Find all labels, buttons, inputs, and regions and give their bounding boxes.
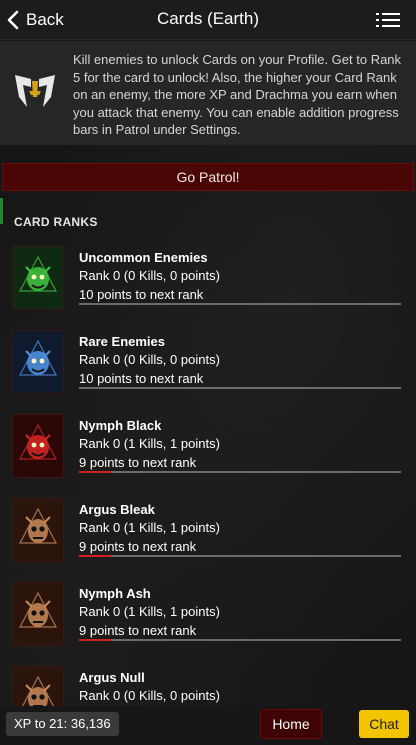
card-next-rank: 10 points to next rank [79, 371, 204, 386]
info-panel: Kill enemies to unlock Cards on your Pro… [0, 41, 416, 145]
card-row[interactable]: Rare Enemies Rank 0 (0 Kills, 0 points) 10… [0, 324, 416, 408]
card-list[interactable]: Uncommon Enemies Rank 0 (0 Kills, 0 point… [0, 240, 416, 706]
red-demon-icon [19, 423, 57, 460]
info-text: Kill enemies to unlock Cards on your Pro… [73, 52, 402, 137]
copper-skull-icon [21, 675, 55, 706]
card-row[interactable]: Nymph Ash Rank 0 (1 Kills, 1 points) 9 poi… [0, 576, 416, 660]
rank-progress-fill [79, 471, 111, 473]
card-rank: Rank 0 (1 Kills, 1 points) [79, 604, 220, 619]
card-name: Nymph Ash [79, 586, 151, 601]
rank-progress-bar [79, 387, 401, 389]
home-button[interactable]: Home [260, 709, 322, 739]
card-thumbnail [12, 414, 64, 478]
cards-page: Back Cards (Earth) Kill enemies to unloc… [0, 0, 416, 745]
go-patrol-button[interactable]: Go Patrol! [2, 163, 414, 191]
card-thumbnail [12, 330, 64, 394]
blue-demon-icon [19, 339, 57, 376]
copper-skull-icon [19, 507, 57, 544]
card-thumbnail [12, 498, 64, 562]
card-thumbnail [12, 582, 64, 646]
page-title: Cards (Earth) [156, 9, 260, 28]
card-name: Argus Bleak [79, 502, 155, 517]
rank-progress-fill [79, 639, 111, 641]
card-thumbnail [12, 666, 64, 706]
card-name: Rare Enemies [79, 334, 165, 349]
card-next-rank: 9 points to next rank [79, 539, 197, 554]
rank-progress-bar [79, 471, 401, 473]
rank-progress-fill [79, 555, 111, 557]
card-name: Nymph Black [79, 418, 162, 433]
card-name: Uncommon Enemies [79, 250, 208, 265]
card-thumbnail [12, 246, 64, 310]
card-next-rank: 9 points to next rank [79, 623, 197, 638]
card-next-rank: 10 points to next rank [79, 287, 204, 302]
card-name: Argus Null [79, 670, 145, 685]
card-rank: Rank 0 (1 Kills, 1 points) [79, 520, 220, 535]
card-rank: Rank 0 (0 Kills, 0 points) [79, 688, 220, 703]
card-rank: Rank 0 (0 Kills, 0 points) [79, 352, 220, 367]
section-accent [0, 198, 3, 224]
card-row[interactable]: Nymph Black Rank 0 (1 Kills, 1 points) 9 p… [0, 408, 416, 492]
card-rank: Rank 0 (1 Kills, 1 points) [79, 436, 220, 451]
footer-bar: XP to 21: 36,136 Home Chat [0, 706, 416, 745]
rank-progress-bar [79, 555, 401, 557]
card-row[interactable]: Uncommon Enemies Rank 0 (0 Kills, 0 point… [0, 240, 416, 324]
card-rank: Rank 0 (0 Kills, 0 points) [79, 268, 220, 283]
menu-icon[interactable] [376, 11, 400, 29]
green-demon-icon [19, 255, 57, 292]
guild-emblem-icon [15, 75, 55, 107]
card-next-rank: 9 points to next rank [79, 455, 197, 470]
card-row[interactable]: Argus Bleak Rank 0 (1 Kills, 1 points) 9 p… [0, 492, 416, 576]
chat-button[interactable]: Chat [359, 710, 409, 738]
card-row[interactable]: Argus Null Rank 0 (0 Kills, 0 points) [0, 660, 416, 706]
section-title: CARD RANKS [14, 215, 98, 229]
rank-progress-bar [79, 639, 401, 641]
copper-skull-icon [19, 591, 57, 628]
xp-status: XP to 21: 36,136 [6, 712, 119, 736]
top-bar: Back Cards (Earth) [0, 0, 416, 40]
rank-progress-bar [79, 303, 401, 305]
